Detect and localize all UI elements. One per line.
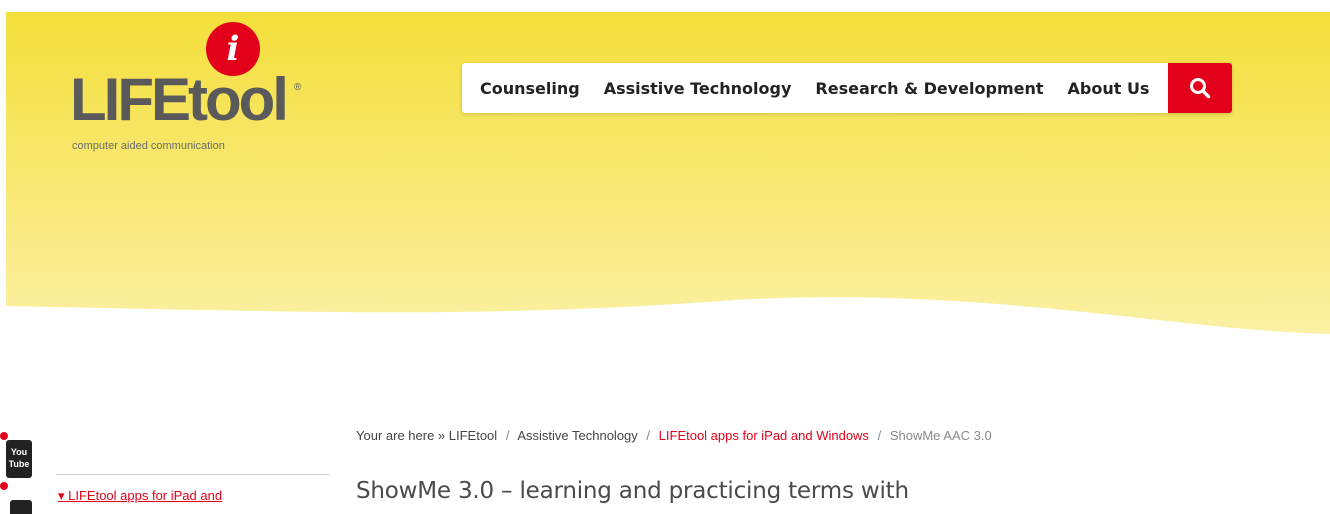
breadcrumb-separator: / [646, 428, 651, 443]
nav-item-research-development[interactable]: Research & Development [803, 79, 1055, 98]
social-accent-dot [0, 432, 8, 440]
breadcrumb-prefix: Your are here » [356, 428, 446, 443]
logo-tagline: computer aided communication [72, 140, 225, 152]
social-icon[interactable] [10, 500, 32, 514]
search-button[interactable] [1168, 63, 1232, 113]
search-icon [1190, 78, 1211, 99]
nav-item-counseling[interactable]: Counseling [462, 79, 592, 98]
logo-wordmark: LIFEtool [70, 66, 289, 133]
sidebar-divider [56, 474, 330, 475]
logo-registered: ® [294, 82, 302, 93]
page-title: ShowMe 3.0 – learning and practicing ter… [356, 478, 909, 504]
breadcrumb-current: ShowMe AAC 3.0 [889, 428, 992, 443]
breadcrumb-link-home[interactable]: LIFEtool [449, 428, 497, 443]
main-nav: Counseling Assistive Technology Research… [462, 63, 1232, 113]
nav-item-about-us[interactable]: About Us [1056, 79, 1162, 98]
breadcrumb-link-apps[interactable]: LIFEtool apps for iPad and Windows [659, 428, 869, 443]
breadcrumb: Your are here » LIFEtool / Assistive Tec… [356, 428, 992, 443]
social-accent-dot [0, 482, 8, 490]
lifetool-logo[interactable]: i LIFEtool ® computer aided communicatio… [68, 22, 318, 162]
breadcrumb-separator: / [505, 428, 510, 443]
breadcrumb-link-assistive-technology[interactable]: Assistive Technology [517, 428, 637, 443]
breadcrumb-separator: / [877, 428, 882, 443]
sidebar-item-lifetool-apps[interactable]: ▾ LIFEtool apps for iPad and [58, 488, 222, 504]
youtube-icon[interactable]: You Tube [6, 440, 32, 478]
nav-item-assistive-technology[interactable]: Assistive Technology [592, 79, 804, 98]
